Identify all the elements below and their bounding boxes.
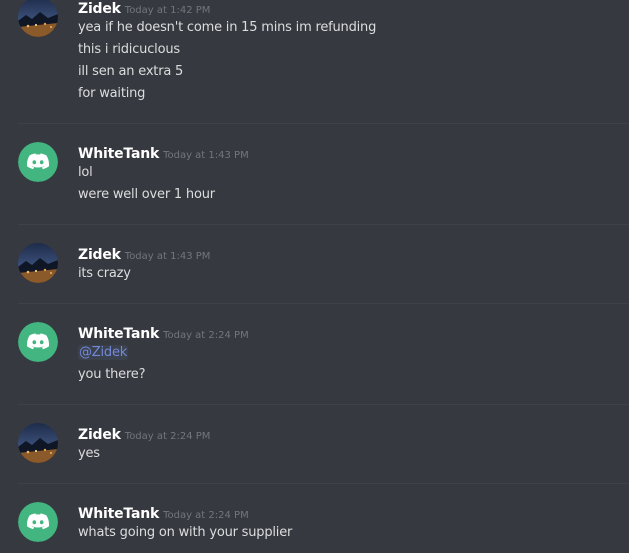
message-text: ill sen an extra 5	[78, 64, 184, 79]
user-avatar[interactable]	[18, 142, 58, 182]
message-divider	[18, 123, 629, 124]
message-text: @Zidek	[78, 345, 129, 360]
discord-logo-avatar-icon	[18, 502, 58, 542]
message-header: WhiteTank Today at 1:43 PM	[78, 143, 249, 162]
discord-logo-avatar-icon	[18, 322, 58, 362]
timestamp: Today at 2:24 PM	[163, 510, 249, 521]
landscape-photo-avatar-icon	[18, 0, 58, 37]
username[interactable]: WhiteTank	[78, 146, 159, 162]
username[interactable]: Zidek	[78, 1, 121, 17]
timestamp: Today at 1:43 PM	[163, 150, 249, 161]
timestamp: Today at 2:24 PM	[163, 330, 249, 341]
message-text: yea if he doesn't come in 15 mins im ref…	[78, 20, 377, 35]
discord-logo-avatar-icon	[18, 142, 58, 182]
landscape-photo-avatar-icon	[18, 243, 58, 283]
username[interactable]: WhiteTank	[78, 506, 159, 522]
message-text: you there?	[78, 367, 146, 382]
chat-messages: Zidek Today at 1:42 PM yea if he doesn't …	[0, 0, 629, 553]
user-avatar[interactable]	[18, 502, 58, 542]
message-divider	[18, 483, 629, 484]
message-divider	[18, 303, 629, 304]
user-avatar[interactable]	[18, 243, 58, 283]
user-avatar[interactable]	[18, 423, 58, 463]
message-header: WhiteTank Today at 2:24 PM	[78, 503, 249, 522]
timestamp: Today at 1:43 PM	[124, 251, 211, 262]
user-avatar[interactable]	[18, 322, 58, 362]
username[interactable]: Zidek	[78, 427, 121, 443]
message-text: its crazy	[78, 266, 131, 281]
message-header: Zidek Today at 1:42 PM	[78, 0, 210, 17]
message-text: for waiting	[78, 86, 146, 101]
timestamp: Today at 2:24 PM	[124, 431, 211, 442]
message-header: Zidek Today at 2:24 PM	[78, 424, 210, 443]
message-text: this i ridicuclous	[78, 42, 180, 57]
message-text: were well over 1 hour	[78, 187, 215, 202]
message-header: WhiteTank Today at 2:24 PM	[78, 323, 249, 342]
message-text: lol	[78, 165, 93, 180]
timestamp: Today at 1:42 PM	[124, 5, 211, 16]
username[interactable]: Zidek	[78, 247, 121, 263]
message-divider	[18, 224, 629, 225]
landscape-photo-avatar-icon	[18, 423, 58, 463]
user-avatar[interactable]	[18, 0, 58, 37]
message-divider	[18, 404, 629, 405]
username[interactable]: WhiteTank	[78, 326, 159, 342]
message-text: whats going on with your supplier	[78, 525, 293, 540]
user-mention[interactable]: @Zidek	[78, 345, 129, 360]
message-text: yes	[78, 446, 100, 461]
message-header: Zidek Today at 1:43 PM	[78, 244, 210, 263]
